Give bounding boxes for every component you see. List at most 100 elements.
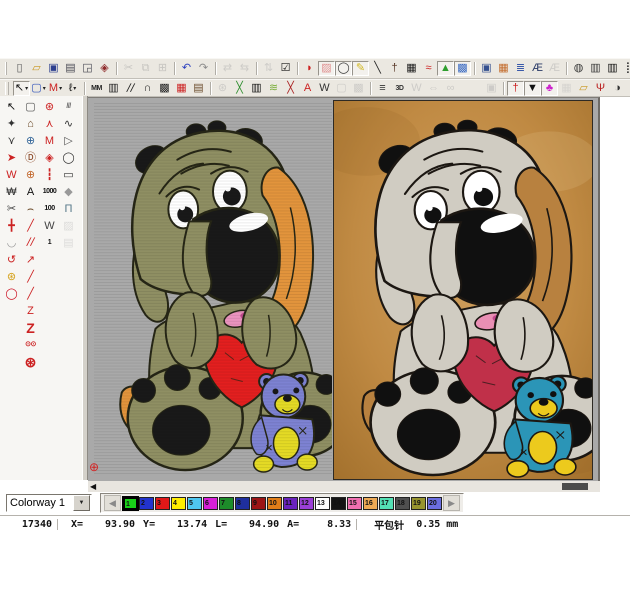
palette-chip-13[interactable]: 13	[315, 497, 330, 510]
palette-chip-14[interactable]: 14	[331, 497, 346, 510]
palette-left-icon[interactable]: ◀	[104, 495, 121, 511]
hatch-lines[interactable]: ///	[59, 98, 78, 115]
photo-view[interactable]: ▣	[478, 61, 495, 76]
z-stitch-small[interactable]: Z	[21, 302, 40, 319]
palette-chip-20[interactable]: 20	[427, 497, 442, 510]
ring-red[interactable]: ◯	[2, 285, 21, 302]
lettering-ae-disabled[interactable]: Æ	[546, 61, 563, 76]
artwork-image[interactable]	[333, 100, 593, 480]
dotted-circles[interactable]: ⊙⊙	[21, 336, 40, 353]
compass-circle[interactable]: ⊕	[21, 132, 40, 149]
fill-weave[interactable]: ▩	[156, 81, 173, 96]
satin-leaf-red[interactable]: ◗	[301, 61, 318, 76]
export-design[interactable]: ▱	[575, 81, 592, 96]
pattern-disabled[interactable]: ▩	[350, 81, 367, 96]
palette-chip-16[interactable]: 16	[363, 497, 378, 510]
manual-stitch-tool[interactable]: M▾	[47, 81, 64, 96]
fill-dense[interactable]: ▥	[248, 81, 265, 96]
stitch-cursor[interactable]: ➤	[2, 149, 21, 166]
arrow-stitch[interactable]: ↗	[21, 251, 40, 268]
hoop-trees[interactable]: Ψ	[592, 81, 609, 96]
stitch-w[interactable]: W	[316, 81, 333, 96]
z-stitch-large[interactable]: Z	[21, 319, 40, 336]
palette-chip-10[interactable]: 10	[267, 497, 282, 510]
outline-pen-yellow[interactable]: ✎	[352, 61, 369, 76]
fill-satin[interactable]: MM	[88, 81, 105, 96]
list-disabled[interactable]: ▤	[59, 234, 78, 251]
palette-chip-2[interactable]: 2	[139, 497, 154, 510]
undo[interactable]: ↶	[178, 61, 195, 76]
pattern-gear[interactable]: ⊛	[21, 353, 40, 370]
palette-chip-11[interactable]: 11	[283, 497, 298, 510]
copy[interactable]: ⧉	[137, 61, 154, 76]
save-design[interactable]: ▣	[45, 61, 62, 76]
slash-stitch-3[interactable]: ╱	[21, 268, 40, 285]
flower-yellow[interactable]: ⊛	[2, 268, 21, 285]
chain-rings[interactable]: ◍	[570, 61, 587, 76]
flag-shape[interactable]: ▷	[59, 132, 78, 149]
scroll-left-icon[interactable]: ◀	[90, 481, 96, 492]
print[interactable]: ▤	[62, 61, 79, 76]
zigzag-m-red[interactable]: M	[40, 132, 59, 149]
redo[interactable]: ↷	[195, 61, 212, 76]
arrows-disabled[interactable]: ⇔	[425, 81, 442, 96]
cut[interactable]: ✂	[120, 61, 137, 76]
needle-red[interactable]: †	[507, 81, 524, 96]
list-lines[interactable]: ≣	[512, 61, 529, 76]
lattice-green[interactable]: ╳	[231, 81, 248, 96]
freehand-select[interactable]: ✦	[2, 115, 21, 132]
palette-chip-19[interactable]: 19	[411, 497, 426, 510]
frame-picture-disabled[interactable]: ▣	[483, 81, 500, 96]
rotate-oval[interactable]: ↺	[2, 251, 21, 268]
combo-dropdown-icon[interactable]: ▼	[73, 495, 90, 511]
dot-squares[interactable]: ⣿	[621, 61, 630, 76]
column-stitch[interactable]: ┇	[40, 166, 59, 183]
palette-chip-18[interactable]: 18	[395, 497, 410, 510]
scissors-tool[interactable]: ✂	[2, 200, 21, 217]
palette-chip-6[interactable]: 6	[203, 497, 218, 510]
w-spacing[interactable]: W	[40, 217, 59, 234]
palette-chip-5[interactable]: 5	[187, 497, 202, 510]
curve-pen-tool[interactable]: ℓ▾	[64, 81, 81, 96]
contrast-view[interactable]: ◑	[609, 81, 626, 96]
fill-zigzag[interactable]: ╱╱	[122, 81, 139, 96]
flower-color[interactable]: ⊛	[40, 98, 59, 115]
slash-stitch-2[interactable]: ╱╱	[21, 234, 40, 251]
color-grid[interactable]: ▦	[495, 61, 512, 76]
density-1000[interactable]: 1000	[40, 183, 59, 200]
fan-stitch[interactable]: ≋	[265, 81, 282, 96]
color-grid-disabled[interactable]: ▦	[558, 81, 575, 96]
w-red[interactable]: W	[2, 166, 21, 183]
palette-right-icon[interactable]: ▶	[443, 495, 460, 511]
image-colors[interactable]: ▩	[454, 61, 471, 76]
anchor-point[interactable]: ╋	[2, 217, 21, 234]
reshape-tool[interactable]: ▢▾	[30, 81, 47, 96]
w-strike[interactable]: ₩	[2, 183, 21, 200]
stitch-waves-red[interactable]: ≈	[420, 61, 437, 76]
thread-spool[interactable]: ◈	[40, 149, 59, 166]
w-disabled[interactable]: W	[408, 81, 425, 96]
palette-chip-8[interactable]: 8	[235, 497, 250, 510]
paste[interactable]: ⊞	[154, 61, 171, 76]
palette-chip-4[interactable]: 4	[171, 497, 186, 510]
step-down[interactable]: ▼	[524, 81, 541, 96]
embroidery-preview-image[interactable]	[94, 102, 332, 474]
fill-tatami[interactable]: ▥	[105, 81, 122, 96]
loop-disabled[interactable]: ∞	[442, 81, 459, 96]
print-preview[interactable]: ◲	[79, 61, 96, 76]
split-disabled[interactable]: ⇅	[260, 61, 277, 76]
palette-chip-15[interactable]: 15	[347, 497, 362, 510]
box-disabled[interactable]: ▢	[333, 81, 350, 96]
select-arrow[interactable]: ↖	[2, 98, 21, 115]
lettering-ae[interactable]: Æ	[529, 61, 546, 76]
motif-disabled[interactable]: ⊛	[214, 81, 231, 96]
palette-chip-9[interactable]: 9	[251, 497, 266, 510]
new-document[interactable]: ▯	[11, 61, 28, 76]
send-to-machine[interactable]: ◈	[96, 61, 113, 76]
rectangle-tool[interactable]: ▭	[59, 166, 78, 183]
globe-grid[interactable]: ⊕	[21, 166, 40, 183]
slash-stitch-4[interactable]: ╱	[21, 285, 40, 302]
palette-chip-1[interactable]: 1	[123, 497, 138, 510]
palette-chip-17[interactable]: 17	[379, 497, 394, 510]
flower-magenta[interactable]: ♣	[541, 81, 558, 96]
